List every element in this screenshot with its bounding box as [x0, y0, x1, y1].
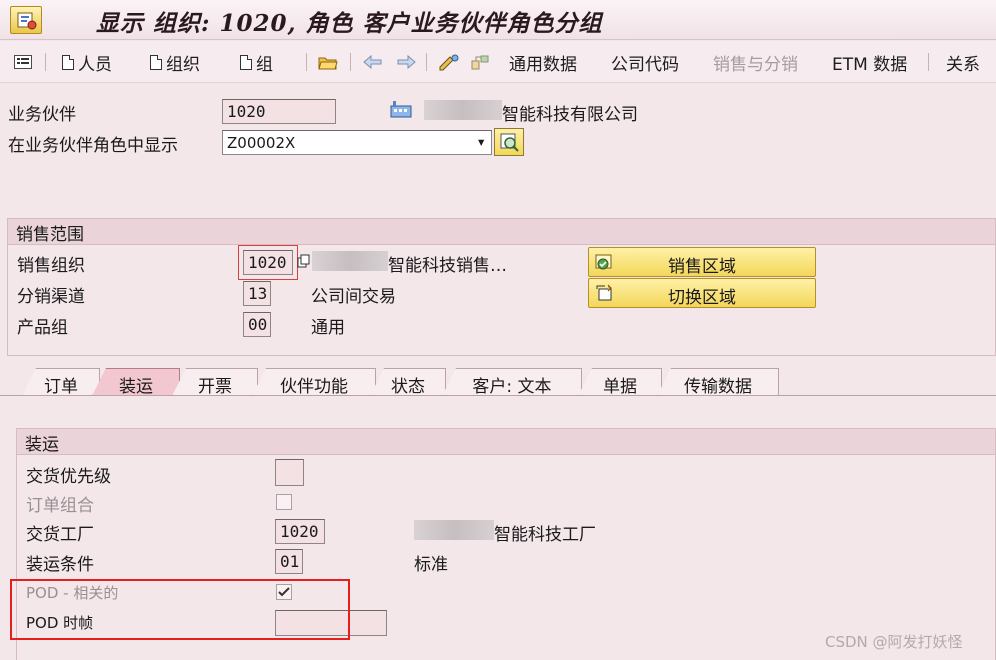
person-button-label: 人员	[78, 54, 112, 75]
tab-label: 客户: 文本	[472, 377, 552, 397]
overview-icon[interactable]	[14, 51, 32, 73]
highlight-box	[10, 579, 350, 640]
tab-label: 伙伴功能	[280, 377, 348, 397]
page-title: 显示 组织: 1020, 角色 客户业务伙伴角色分组	[96, 10, 603, 37]
sales-area-title: 销售范围	[8, 219, 995, 245]
copy-icon[interactable]	[297, 253, 311, 272]
division-field[interactable]: 00	[243, 312, 271, 337]
document-icon	[240, 54, 252, 70]
etm-data-button[interactable]: ETM 数据	[832, 51, 908, 75]
arrow-right-icon[interactable]	[396, 51, 416, 73]
focus-marker	[238, 245, 298, 280]
sales-distribution-button: 销售与分销	[713, 51, 798, 75]
sales-areas-label: 销售区域	[668, 257, 736, 277]
sales-areas-button[interactable]: 销售区域	[588, 247, 816, 277]
arrow-left-icon[interactable]	[363, 51, 383, 73]
organization-button[interactable]: 组织	[150, 51, 200, 75]
sales-distribution-label: 销售与分销	[713, 54, 798, 75]
sales-org-desc: 智能科技销售…	[388, 256, 507, 276]
watermark: CSDN @阿发打妖怪	[825, 633, 963, 651]
dist-channel-label: 分销渠道	[17, 287, 85, 307]
sales-org-label: 销售组织	[17, 256, 85, 276]
division-label: 产品组	[17, 318, 68, 338]
delivering-plant-label: 交货工厂	[26, 525, 94, 545]
etm-data-label: ETM 数据	[832, 54, 908, 75]
switch-area-button[interactable]: 切换区域	[588, 278, 816, 308]
organization-button-label: 组织	[166, 54, 200, 75]
bp-label: 业务伙伴	[8, 105, 76, 125]
dist-channel-field[interactable]: 13	[243, 281, 271, 306]
redacted-text	[414, 520, 494, 540]
tab-label: 订单	[44, 377, 78, 397]
company-code-label: 公司代码	[611, 54, 679, 75]
order-combination-checkbox	[276, 494, 292, 510]
tab-partner-functions[interactable]: 伙伴功能	[252, 368, 376, 396]
tab-strip: 订单 装运 开票 伙伴功能 状态 客户: 文本 单据 传输数据	[0, 368, 996, 396]
toolbar-separator	[350, 53, 351, 71]
tab-documents[interactable]: 单据	[578, 368, 662, 396]
tab-panel-border	[0, 395, 996, 396]
shipping-conditions-field[interactable]: 01	[275, 549, 303, 574]
tab-transfer-data[interactable]: 传输数据	[657, 368, 779, 396]
group-button-label: 组	[256, 54, 273, 75]
tab-label: 装运	[119, 377, 153, 397]
toolbar-separator	[45, 53, 46, 71]
bp-role-dropdown[interactable]: Z00002X ▾	[222, 130, 492, 155]
where-used-icon[interactable]	[470, 51, 490, 73]
toolbar-separator	[426, 53, 427, 71]
shipping-title: 装运	[17, 429, 995, 455]
chevron-down-icon[interactable]: ▾	[476, 131, 486, 152]
organization-icon	[390, 100, 412, 122]
switch-area-label: 切换区域	[668, 288, 736, 308]
role-label: 在业务伙伴角色中显示	[8, 136, 178, 156]
relationships-button[interactable]: 关系	[946, 51, 980, 75]
bp-role-value: Z00002X	[227, 134, 296, 152]
person-button[interactable]: 人员	[62, 51, 112, 75]
redacted-text	[424, 100, 502, 120]
title-bar: 显示 组织: 1020, 角色 客户业务伙伴角色分组	[0, 0, 996, 40]
tab-customer-texts[interactable]: 客户: 文本	[442, 368, 582, 396]
group-button[interactable]: 组	[240, 51, 273, 75]
tab-shipping[interactable]: 装运	[92, 368, 180, 396]
tab-billing[interactable]: 开票	[172, 368, 258, 396]
bp-number-field[interactable]: 1020	[222, 99, 336, 124]
shipping-conditions-label: 装运条件	[26, 555, 94, 575]
redacted-text	[312, 251, 388, 271]
delivery-priority-field[interactable]	[275, 459, 304, 486]
document-icon	[62, 54, 74, 70]
tab-status[interactable]: 状态	[370, 368, 446, 396]
sap-transaction-icon[interactable]	[10, 6, 42, 34]
application-toolbar: 人员 组织 组 通用数据 公司代码 销售与分销 ETM 数据 关系	[0, 41, 996, 83]
delivery-priority-label: 交货优先级	[26, 467, 111, 487]
tab-label: 传输数据	[684, 377, 752, 397]
relationships-label: 关系	[946, 54, 980, 75]
delivering-plant-field[interactable]: 1020	[275, 519, 325, 544]
general-data-button[interactable]: 通用数据	[509, 51, 577, 75]
sales-area-group: 销售范围	[7, 218, 996, 356]
magnifier-icon	[500, 133, 519, 152]
tab-label: 开票	[198, 377, 232, 397]
document-icon	[150, 54, 162, 70]
tab-orders[interactable]: 订单	[22, 368, 100, 396]
shipping-conditions-desc: 标准	[414, 555, 448, 575]
toolbar-separator	[306, 53, 307, 71]
general-data-label: 通用数据	[509, 54, 577, 75]
company-code-button[interactable]: 公司代码	[611, 51, 679, 75]
division-desc: 通用	[311, 318, 345, 338]
tab-label: 状态	[391, 377, 425, 397]
tab-label: 单据	[603, 377, 637, 397]
open-folder-icon[interactable]	[318, 51, 338, 73]
delivering-plant-desc: 智能科技工厂	[494, 525, 596, 545]
switch-role-button[interactable]	[494, 128, 524, 156]
toolbar-separator	[928, 53, 929, 71]
edit-display-icon[interactable]	[438, 51, 460, 73]
dist-channel-desc: 公司间交易	[311, 287, 396, 307]
order-combination-label: 订单组合	[26, 496, 94, 516]
bp-name-text: 智能科技有限公司	[502, 105, 638, 125]
